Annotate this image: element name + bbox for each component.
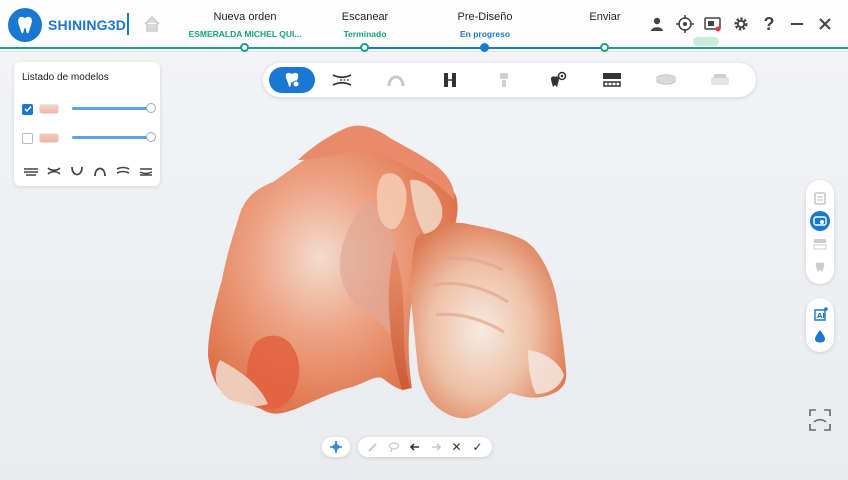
- model-icon: [711, 74, 729, 85]
- undo-icon[interactable]: [407, 439, 423, 455]
- model-tool[interactable]: [693, 67, 747, 93]
- main-toolbar: [263, 63, 756, 97]
- move-tool-button[interactable]: [322, 437, 350, 457]
- bite-icon: [603, 73, 621, 87]
- view-icons: [22, 164, 154, 178]
- tooth-view-icon: [551, 71, 567, 87]
- move-icon: [330, 441, 342, 453]
- tooth-scan-tool[interactable]: [269, 67, 315, 93]
- step-pre-diseno[interactable]: Pre-Diseño En progreso: [415, 11, 555, 39]
- svg-text:AI: AI: [817, 312, 825, 320]
- progress-done-2: [245, 47, 365, 49]
- minimize-icon[interactable]: [786, 13, 808, 35]
- tooth-scan-icon: [285, 72, 300, 88]
- screen-record-icon[interactable]: [702, 13, 724, 35]
- model-list-title: Listado de modelos: [22, 72, 109, 83]
- close-icon[interactable]: [814, 13, 836, 35]
- scan-model-image: [208, 125, 567, 419]
- align-tool[interactable]: [423, 67, 477, 93]
- user-icon[interactable]: [646, 13, 668, 35]
- target-icon[interactable]: [674, 13, 696, 35]
- arch-tool[interactable]: [369, 67, 423, 93]
- view-left-icon[interactable]: [114, 164, 131, 178]
- progress-done: [0, 47, 245, 49]
- progress-pending: [605, 47, 848, 49]
- tray-tool[interactable]: [639, 67, 693, 93]
- model-lower-slider-handle[interactable]: [146, 132, 156, 142]
- window-controls: ?: [646, 13, 836, 35]
- step-escanear[interactable]: Escanear Terminado: [295, 11, 435, 39]
- model-lower-opacity-slider[interactable]: [72, 136, 148, 139]
- trim-icon: [332, 74, 352, 86]
- model-row-lower: [22, 131, 156, 145]
- help-icon[interactable]: ?: [758, 13, 780, 35]
- step-nueva-orden[interactable]: Nueva orden ESMERALDA MICHEL QUI...: [175, 11, 315, 39]
- arch-icon: [387, 75, 405, 87]
- fit-screen-icon[interactable]: [808, 408, 832, 432]
- logo-separator: [127, 13, 129, 35]
- model-upper-opacity-slider[interactable]: [72, 107, 148, 110]
- slider-fill: [72, 107, 148, 110]
- tooth-logo-icon: [8, 8, 42, 42]
- lower-jaw-thumbnail: [39, 133, 59, 143]
- bite-tool[interactable]: [585, 67, 639, 93]
- align-icon: [444, 73, 456, 87]
- brush-icon[interactable]: [365, 439, 381, 455]
- model-list-panel: Listado de modelos: [14, 62, 160, 186]
- view-top-icon[interactable]: [22, 164, 39, 178]
- redo-icon[interactable]: [428, 439, 444, 455]
- model-row-upper: [22, 102, 156, 116]
- water-drop-icon[interactable]: [810, 326, 830, 346]
- right-tool-panel-bottom: AI: [806, 298, 834, 352]
- view-right-icon[interactable]: [137, 164, 154, 178]
- scan-view-icon[interactable]: [810, 210, 830, 231]
- cancel-button[interactable]: ✕: [449, 439, 465, 455]
- step-dot-nueva-orden: [240, 43, 249, 52]
- view-front-icon[interactable]: [45, 164, 62, 178]
- tray-icon: [656, 74, 676, 85]
- right-tool-panel-top: [806, 180, 834, 284]
- record-status-badge: [693, 37, 719, 46]
- slider-fill: [72, 136, 148, 139]
- confirm-button[interactable]: ✓: [470, 439, 486, 455]
- step-dot-pre-diseno: [480, 43, 489, 52]
- step-dot-escanear: [360, 43, 369, 52]
- clipboard-icon[interactable]: [810, 188, 830, 208]
- model-upper-slider-handle[interactable]: [146, 103, 156, 113]
- occlusion-icon[interactable]: [810, 234, 830, 254]
- tooth-view-tool[interactable]: [531, 67, 585, 93]
- trim-tool[interactable]: [315, 67, 369, 93]
- logo-text: SHINING3D: [48, 17, 127, 33]
- gear-icon[interactable]: [730, 13, 752, 35]
- tooth-icon[interactable]: [810, 257, 830, 277]
- dental-scan-viewport[interactable]: [198, 120, 570, 422]
- ai-icon[interactable]: AI: [810, 305, 830, 325]
- home-icon[interactable]: [143, 15, 161, 38]
- view-arch-icon[interactable]: [91, 164, 108, 178]
- logo: SHINING3D: [8, 7, 126, 43]
- step-dot-enviar: [600, 43, 609, 52]
- lasso-icon[interactable]: [386, 439, 402, 455]
- upper-jaw-thumbnail: [39, 104, 59, 114]
- top-bar: SHINING3D Nueva orden ESMERALDA MICHEL Q…: [0, 0, 848, 52]
- view-back-icon[interactable]: [68, 164, 85, 178]
- edit-toolbar: ✕ ✓: [358, 437, 492, 457]
- implant-tool[interactable]: [477, 67, 531, 93]
- model-lower-checkbox[interactable]: [22, 132, 33, 144]
- model-upper-checkbox[interactable]: [22, 103, 33, 115]
- implant-icon: [500, 73, 508, 87]
